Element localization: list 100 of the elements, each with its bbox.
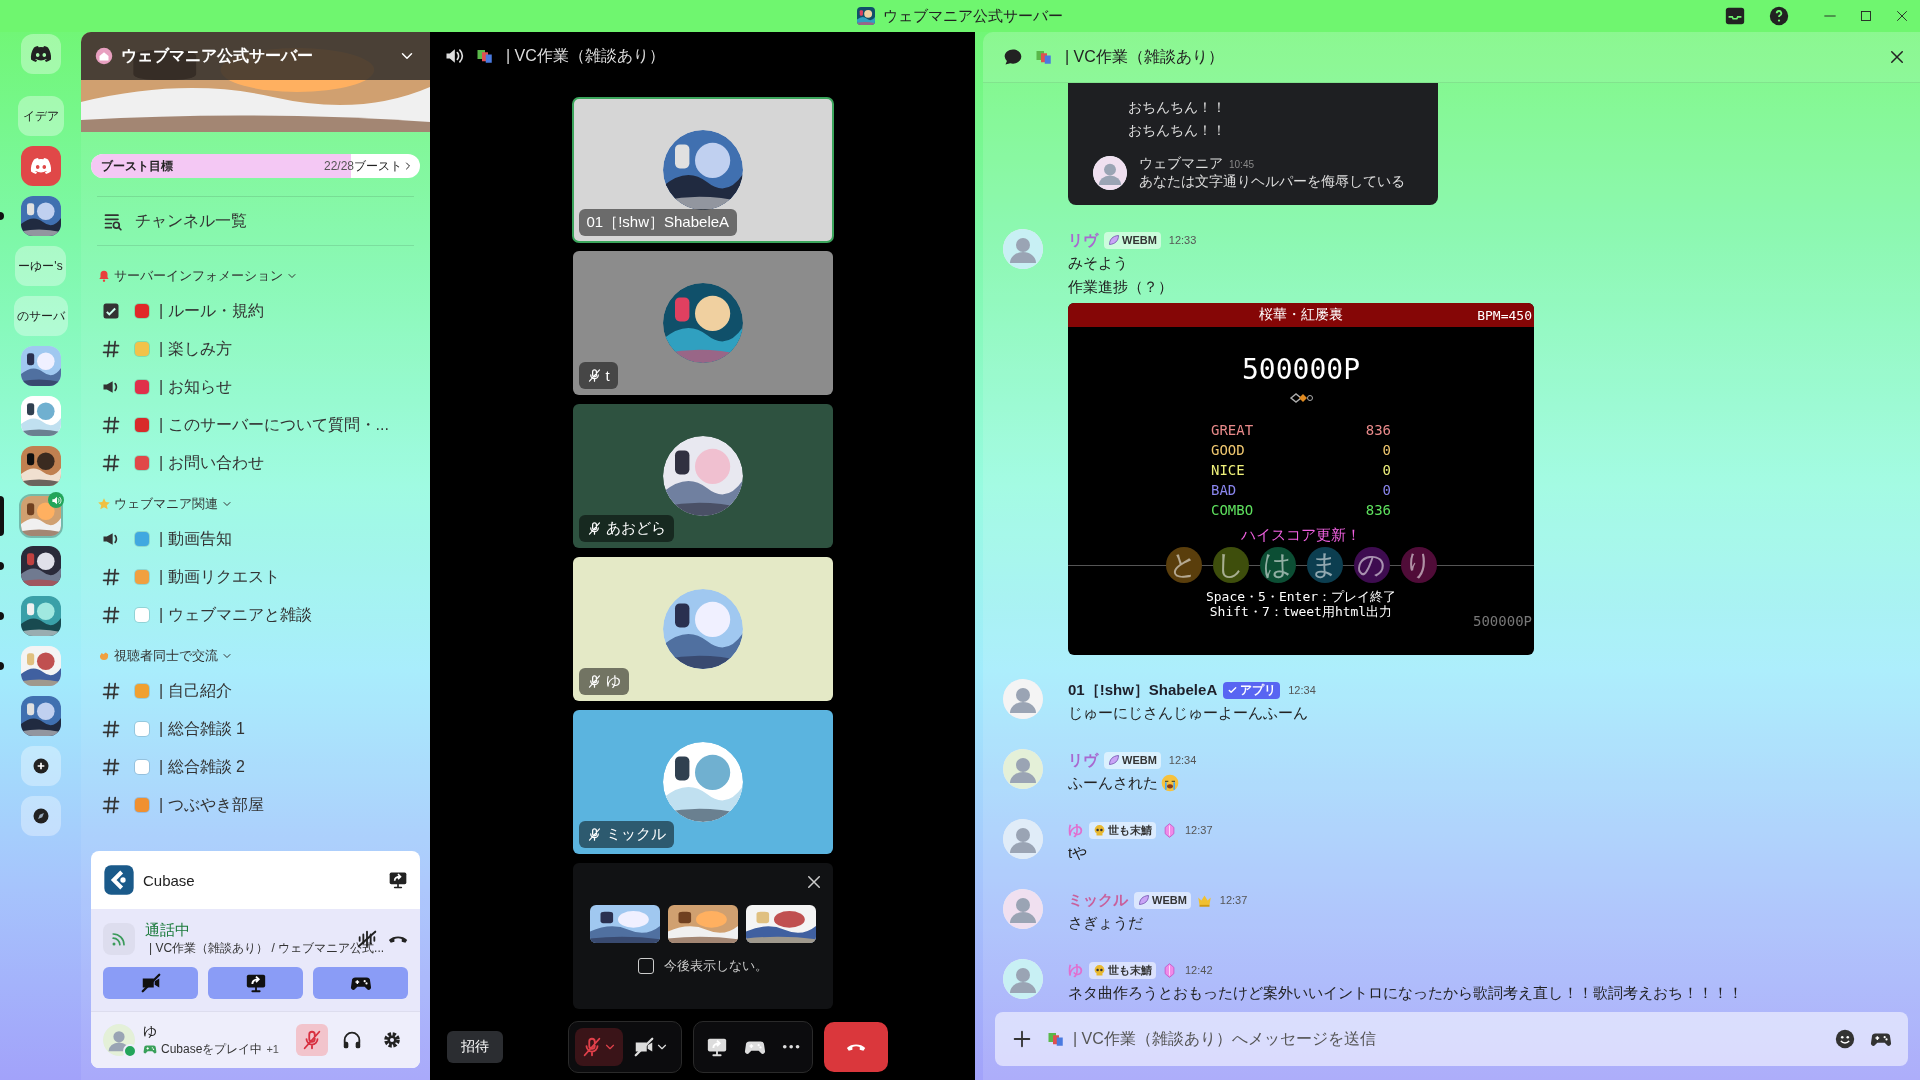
category-header[interactable]: 視聴者同士で交流 <box>91 640 420 672</box>
signal-icon[interactable] <box>103 923 135 955</box>
score-text: 500000P <box>1242 353 1360 386</box>
check-icon <box>1227 684 1239 696</box>
leaf-icon <box>1108 754 1120 766</box>
server-tag[interactable]: WEBM <box>1104 751 1161 769</box>
channel-item[interactable]: | 自己紹介 <box>91 672 420 710</box>
activity-button[interactable] <box>313 967 408 999</box>
author-name[interactable]: 01［!shw］ShabeleA <box>1068 680 1218 700</box>
server-button[interactable] <box>20 396 61 436</box>
category-name: ウェブマニア関連 <box>114 495 218 513</box>
chat-title: | VC作業（雑談あり） <box>1065 46 1225 67</box>
screen-share-button[interactable] <box>208 967 303 999</box>
channel-item[interactable]: | 総合雑談 2 <box>91 748 420 786</box>
channel-item[interactable]: | ウェブマニアと雑談 <box>91 596 420 634</box>
channel-item[interactable]: | 楽しみ方 <box>91 330 420 368</box>
message-text: tや <box>1068 843 1088 863</box>
discover-button[interactable] <box>20 796 61 836</box>
boost-goal-bar[interactable]: ブースト目標 22/28ブースト <box>91 154 420 178</box>
channel-item[interactable]: | 動画告知 <box>91 520 420 558</box>
channel-item[interactable]: | お知らせ <box>91 368 420 406</box>
activity-name: Cubase <box>143 871 196 889</box>
bpm-label: BPM=450 <box>1477 307 1533 323</box>
server-button[interactable]: イデア <box>17 96 64 136</box>
list-search-icon <box>103 211 123 231</box>
checkbox[interactable] <box>637 958 654 974</box>
server-button[interactable] <box>20 696 61 736</box>
song-title: 桜華・紅屡裏 <box>1259 306 1343 324</box>
avatar[interactable] <box>1093 156 1127 190</box>
channel-item[interactable]: | ルール・規約 <box>91 292 420 330</box>
channel-name: | ウェブマニアと雑談 <box>159 604 312 625</box>
timestamp: 10:45 <box>1229 159 1255 170</box>
add-server-button[interactable] <box>20 746 61 786</box>
server-button[interactable] <box>20 596 61 636</box>
server-button[interactable] <box>20 496 61 536</box>
tag-label: WEBM <box>1122 234 1157 246</box>
checkbox-label[interactable]: 今後表示しない。 <box>663 957 768 975</box>
channel-item[interactable]: | 総合雑談 1 <box>91 710 420 748</box>
hash-icon <box>101 681 121 701</box>
participant-tile[interactable]: 01［!shw］ShabeleA <box>572 98 833 242</box>
author-name[interactable]: ウェブマニア <box>1139 155 1223 171</box>
user-activity: Cubaseをプレイ中 <box>161 1040 263 1058</box>
message-field[interactable]: | VC作業（雑談あり）へメッセージを送信 <box>1071 1029 1820 1049</box>
participant-tile[interactable]: あおどら <box>572 404 833 548</box>
camera-button[interactable] <box>103 967 198 999</box>
participant-tile[interactable]: t <box>572 251 833 395</box>
screen-share-icon[interactable] <box>388 870 408 890</box>
boost-label: ブースト目標 <box>100 157 174 175</box>
server-tag[interactable]: 世も末鯖 <box>1089 821 1156 839</box>
category-header[interactable]: サーバーインフォメーション <box>91 260 420 292</box>
channel-item[interactable]: | このサーバーについて質問・... <box>91 406 420 444</box>
server-button[interactable] <box>20 196 61 236</box>
channel-name: | つぶやき部屋 <box>159 794 264 815</box>
close-icon[interactable] <box>1888 48 1906 66</box>
browse-channels-link[interactable]: チャンネル一覧 <box>81 197 430 245</box>
message-text: おちんちん！！ <box>1128 99 1226 115</box>
help-icon[interactable] <box>1768 5 1790 27</box>
mute-button[interactable] <box>296 1024 328 1056</box>
message-text: おちんちん！！ <box>1128 122 1226 138</box>
add-attachment-icon[interactable] <box>1011 1028 1033 1050</box>
channel-item[interactable]: | つぶやき部屋 <box>91 786 420 824</box>
message-input[interactable]: | VC作業（雑談あり）へメッセージを送信 <box>995 1012 1908 1066</box>
mute-button[interactable] <box>575 1028 623 1066</box>
inbox-icon[interactable] <box>1724 5 1746 27</box>
thread-icon <box>1003 47 1023 67</box>
headphones-icon <box>341 1029 363 1051</box>
message-text: ネタ曲作ろうとおもったけど案外いいイントロになったから歌詞考え直し！！歌詞考えおち！！！！ <box>1068 983 1743 1002</box>
hash-icon <box>101 415 121 435</box>
game-screenshot[interactable]: 桜華・紅屡裏 BPM=450 500000P GREAT 836 GOOD 0 NICE 0 BAD 0 COMBO 836 ハイスコア更新！ と し は ま の り Space・5・Enter：プレイ終了 Shift・7：tweet用html出力 500000P <box>1068 303 1534 655</box>
server-button[interactable]: のサーバ <box>13 296 68 336</box>
server-tag[interactable]: WEBM <box>1134 891 1191 909</box>
key-label: し <box>1212 547 1249 583</box>
emoji-icon[interactable] <box>1834 1028 1856 1050</box>
channel-item[interactable]: | 動画リクエスト <box>91 558 420 596</box>
home-button[interactable] <box>20 34 61 74</box>
server-button[interactable]: ーゆー's <box>15 246 66 286</box>
category-header[interactable]: ウェブマニア関連 <box>91 488 420 520</box>
message-text: みそよう <box>1068 253 1128 273</box>
participant-name: t <box>605 367 610 384</box>
disconnect-button[interactable] <box>824 1022 889 1072</box>
disconnect-icon[interactable] <box>387 934 408 944</box>
window-title: ウェブマニア公式サーバー <box>883 6 1063 26</box>
channel-emoji-icon <box>1047 1030 1065 1048</box>
muted-mic-icon <box>581 1036 603 1058</box>
server-tag[interactable]: 世も末鯖 <box>1089 961 1156 979</box>
participant-tile[interactable]: ミックル <box>572 710 833 854</box>
tag-label: 世も末鯖 <box>1108 962 1152 978</box>
invite-button[interactable]: 招待 <box>447 1031 503 1063</box>
home-icon <box>95 47 113 65</box>
channel-item[interactable]: | お問い合わせ <box>91 444 420 482</box>
server-button[interactable] <box>20 346 61 386</box>
voice-channel-name[interactable]: | VC作業（雑談あり） / ウェブマニア公式... <box>149 940 385 957</box>
hang-up-icon <box>846 1042 867 1052</box>
server-header[interactable]: ウェブマニア公式サーバー <box>81 32 430 80</box>
server-button[interactable] <box>20 546 61 586</box>
channel-emoji-icon <box>476 47 494 65</box>
participant-tile[interactable]: ゆ <box>572 557 833 701</box>
judgment-count: 836 <box>1364 421 1391 440</box>
server-tag[interactable]: WEBM <box>1104 231 1161 249</box>
server-button[interactable] <box>20 446 61 486</box>
